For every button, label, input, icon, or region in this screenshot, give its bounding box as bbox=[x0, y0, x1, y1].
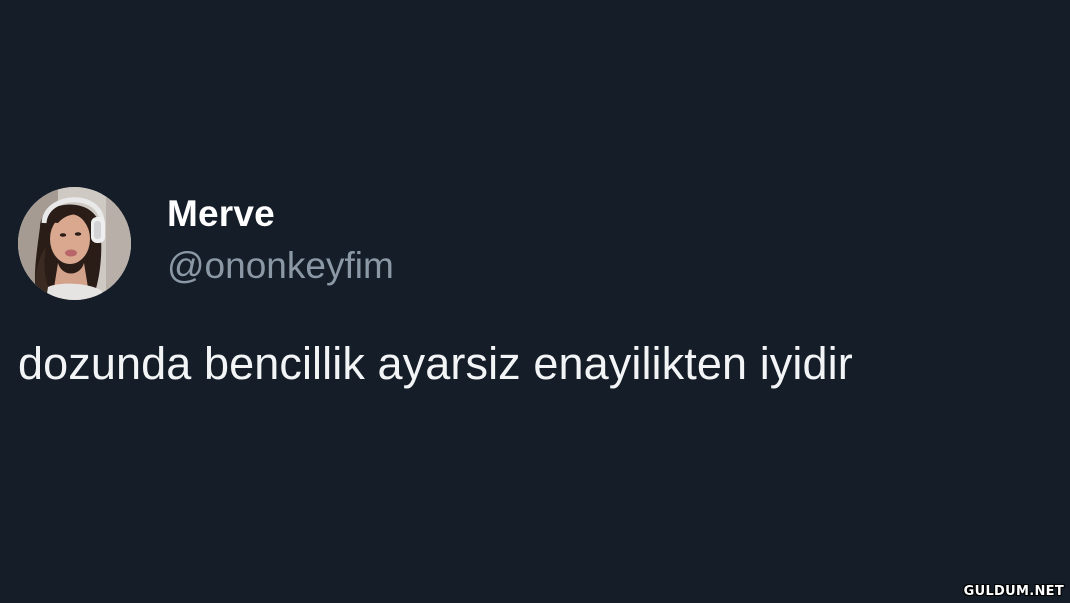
user-handle[interactable]: @ononkeyfim bbox=[167, 244, 394, 288]
tweet-text: dozunda bencillik ayarsiz enayilikten iy… bbox=[18, 338, 853, 389]
display-name[interactable]: Merve bbox=[167, 192, 275, 236]
avatar[interactable] bbox=[18, 187, 131, 300]
watermark-logo: GULDUM.NET bbox=[963, 584, 1064, 599]
avatar-photo-icon bbox=[18, 187, 131, 300]
tweet-card: Merve @ononkeyfim dozunda bencillik ayar… bbox=[0, 0, 1070, 603]
